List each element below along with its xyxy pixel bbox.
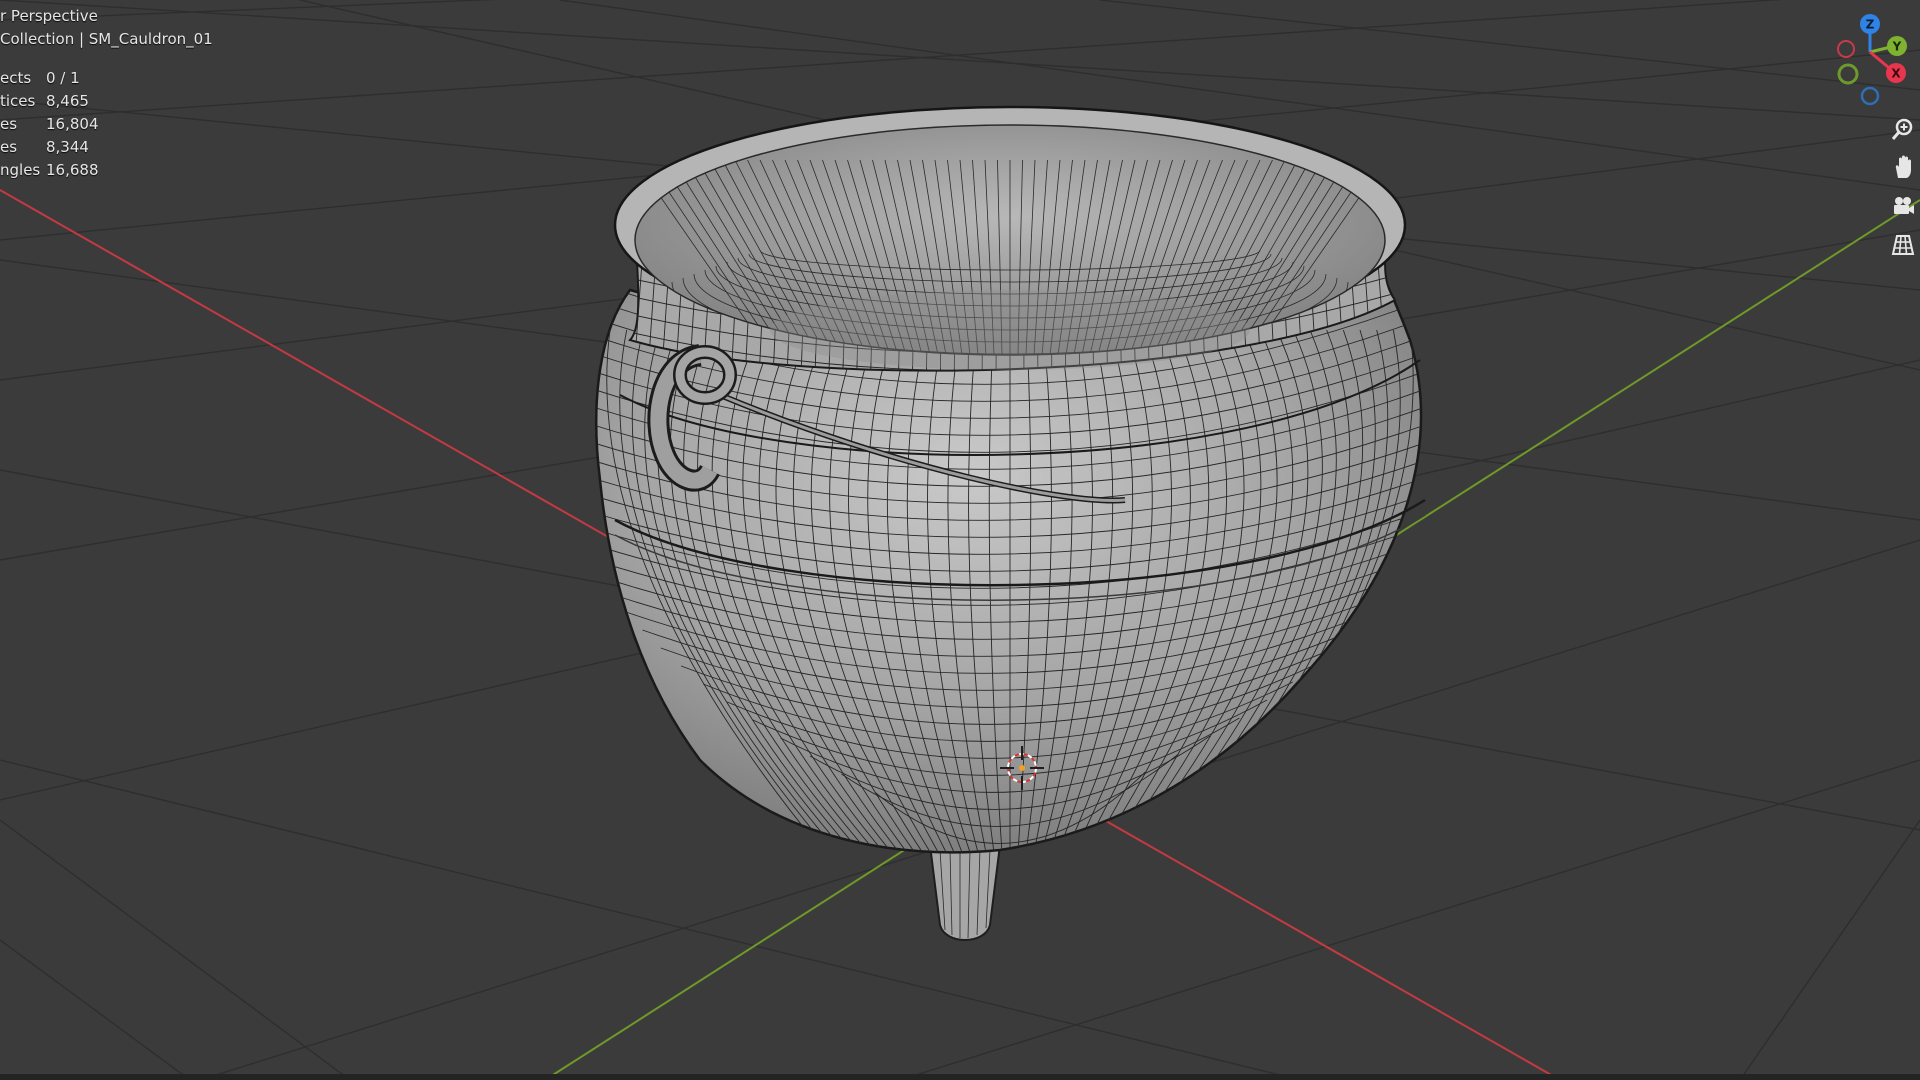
scene-statistics: ects 0 / 1 tices 8,465 es 16,804 es 8,34… (0, 66, 99, 181)
stat-label: es (0, 114, 18, 133)
stat-label: tices (0, 91, 36, 110)
stat-value: 8,344 (46, 137, 89, 156)
zoom-icon (1891, 118, 1913, 140)
gizmo-neg-y[interactable] (1837, 63, 1859, 85)
viewport-bottom-border (0, 1074, 1920, 1080)
stat-edges: es 16,804 (0, 112, 99, 135)
gizmo-neg-x[interactable] (1837, 40, 1855, 58)
stat-value: 16,804 (46, 114, 99, 133)
stat-value: 8,465 (46, 91, 89, 110)
hand-icon (1895, 155, 1911, 178)
stat-label: ngles (0, 160, 41, 179)
navigation-gizmo[interactable]: Z Y X (1810, 10, 1920, 110)
stat-value: 0 / 1 (46, 68, 80, 87)
grid-icon (1891, 235, 1915, 255)
stat-objects: ects 0 / 1 (0, 66, 99, 89)
pan-button[interactable] (1886, 150, 1920, 184)
cauldron-mesh[interactable] (560, 105, 1460, 941)
stat-vertices: tices 8,465 (0, 89, 99, 112)
stat-faces: es 8,344 (0, 135, 99, 158)
stat-label: ects (0, 68, 32, 87)
gizmo-x-axis[interactable]: X (1886, 63, 1906, 83)
collection-path: Collection | SM_Cauldron_01 (0, 30, 213, 48)
zoom-button[interactable] (1886, 112, 1920, 146)
gizmo-y-label: Y (1892, 40, 1902, 54)
gizmo-z-axis[interactable]: Z (1860, 14, 1880, 34)
gizmo-neg-z[interactable] (1860, 86, 1880, 106)
orthographic-toggle-button[interactable] (1886, 228, 1920, 262)
stat-value: 16,688 (46, 160, 99, 179)
camera-view-button[interactable] (1886, 190, 1920, 224)
gizmo-z-label: Z (1866, 18, 1875, 32)
stat-triangles: ngles 16,688 (0, 158, 99, 181)
3d-viewport[interactable] (0, 0, 1920, 1080)
camera-icon (1894, 197, 1914, 214)
gizmo-x-label: X (1891, 67, 1901, 81)
gizmo-y-axis[interactable]: Y (1887, 36, 1907, 56)
viewport-scene (0, 0, 1920, 1080)
stat-label: es (0, 137, 18, 156)
view-title: r Perspective (0, 7, 98, 25)
